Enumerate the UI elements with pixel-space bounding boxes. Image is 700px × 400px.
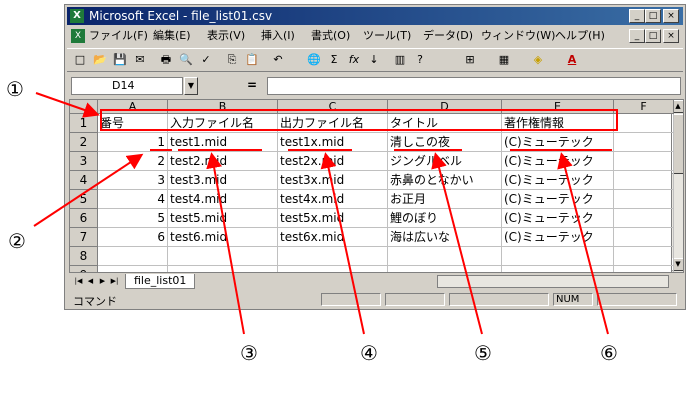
arrow-3 — [206, 152, 245, 335]
arrow-1 — [35, 92, 100, 118]
arrow-4 — [320, 152, 365, 335]
callout-2: ② — [8, 229, 26, 253]
callout-4: ④ — [360, 341, 378, 365]
callout-1: ① — [6, 77, 24, 101]
header-row-highlight — [100, 109, 618, 131]
arrow-2 — [33, 153, 144, 227]
annotation-overlay — [33, 92, 618, 335]
callout-5: ⑤ — [474, 341, 492, 365]
arrow-5 — [431, 152, 483, 335]
callout-6: ⑥ — [600, 341, 618, 365]
callout-3: ③ — [240, 341, 258, 365]
arrow-6 — [557, 152, 609, 335]
